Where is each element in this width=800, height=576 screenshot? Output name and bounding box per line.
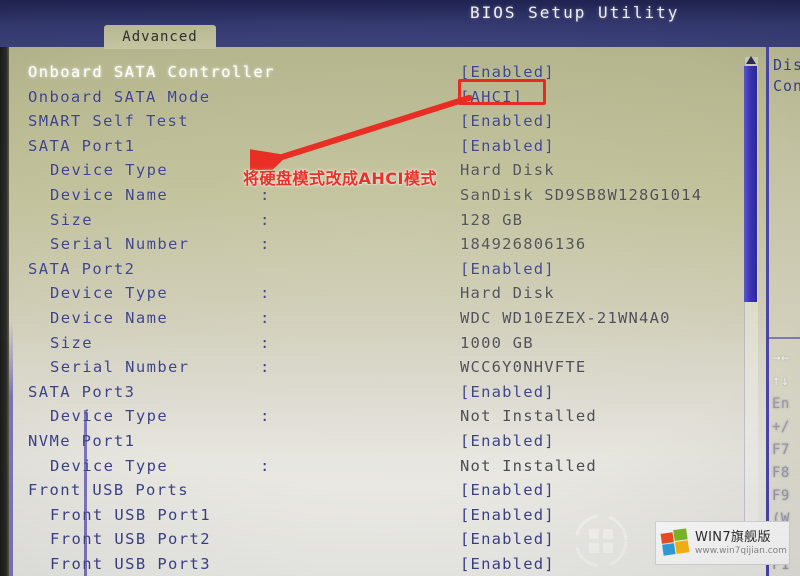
watermark-title: WIN7旗舰版	[695, 529, 771, 545]
windows-ring-watermark-icon	[574, 514, 628, 568]
setting-row[interactable]: NVMe Port1 [Enabled]	[28, 429, 728, 454]
setting-value: 128 GB	[460, 210, 524, 229]
setting-value: Not Installed	[460, 456, 597, 475]
watermark-url: www.win7qijian.com	[695, 545, 787, 556]
setting-row[interactable]: Device Type: Hard Disk	[28, 281, 728, 306]
setting-row[interactable]: Front USB Ports [Enabled]	[28, 478, 728, 503]
help-divider	[769, 337, 800, 339]
setting-label: Size	[50, 210, 93, 229]
monitor-bezel-left	[0, 47, 9, 576]
help-text-line2: Con	[773, 77, 800, 95]
setting-label: Front USB Port2	[50, 530, 211, 549]
setting-label: Front USB Port3	[50, 554, 211, 573]
scrollbar-thumb[interactable]	[744, 66, 757, 302]
setting-value: SanDisk SD9SB8W128G1014	[460, 185, 703, 204]
setting-label: Front USB Ports	[28, 481, 189, 500]
setting-label: SMART Self Test	[28, 112, 189, 131]
setting-value: Hard Disk	[460, 161, 555, 180]
setting-row[interactable]: Size: 1000 GB	[28, 331, 728, 356]
setting-label: Device Type	[50, 407, 169, 426]
setting-label: Device Name	[50, 308, 169, 327]
setting-colon: :	[260, 407, 270, 426]
key-legend-item: →←	[772, 350, 790, 366]
setting-value: WDC WD10EZEX-21WN4A0	[460, 308, 671, 327]
setting-label: Device Type	[50, 161, 169, 180]
setting-value[interactable]: [Enabled]	[460, 109, 555, 134]
help-text: Dis Con	[773, 55, 800, 97]
setting-row[interactable]: SATA Port2 [Enabled]	[28, 257, 728, 282]
setting-value: Hard Disk	[460, 284, 555, 303]
setting-row[interactable]: Onboard SATA Mode [AHCI]	[28, 85, 728, 110]
setting-label: Front USB Port1	[50, 505, 211, 524]
setting-row[interactable]: Onboard SATA Controller [Enabled]	[28, 60, 728, 85]
setting-row[interactable]: SATA Port3 [Enabled]	[28, 380, 728, 405]
key-legend-item: ↑↓	[772, 373, 790, 389]
help-text-line1: Dis	[773, 56, 800, 74]
panel-border-left	[9, 320, 13, 576]
setting-label: SATA Port3	[28, 382, 136, 401]
setting-value: 184926806136	[460, 235, 587, 254]
setting-label: SATA Port1	[28, 136, 136, 155]
setting-row[interactable]: SATA Port1 [Enabled]	[28, 134, 728, 159]
setting-row[interactable]: Device Type: Not Installed	[28, 404, 728, 429]
windows-logo-icon	[660, 528, 690, 556]
annotation-text: 将硬盘模式改成AHCI模式	[243, 169, 437, 188]
setting-value: 1000 GB	[460, 333, 534, 352]
setting-row[interactable]: Device Name: WDC WD10EZEX-21WN4A0	[28, 306, 728, 331]
page-title: BIOS Setup Utility	[470, 3, 680, 22]
ahci-highlight-box	[458, 79, 546, 105]
setting-colon: :	[260, 210, 270, 229]
setting-colon: :	[260, 284, 270, 303]
key-legend-item: F7	[772, 442, 790, 458]
help-panel: Dis Con →←↑↓En+/F7F8F9(WAdF1ES	[766, 47, 800, 576]
setting-label: Device Type	[50, 284, 169, 303]
tab-advanced[interactable]: Advanced	[104, 25, 216, 49]
title-bar: BIOS Setup Utility Advanced	[0, 0, 800, 49]
setting-value[interactable]: [Enabled]	[460, 552, 555, 576]
setting-value[interactable]: [Enabled]	[460, 134, 555, 159]
settings-list: Onboard SATA Controller [Enabled] Onboard …	[28, 60, 728, 576]
key-legend-item: F8	[772, 465, 790, 481]
setting-colon: :	[260, 308, 270, 327]
setting-colon: :	[260, 358, 270, 377]
setting-colon: :	[260, 456, 270, 475]
setting-colon: :	[260, 235, 270, 254]
key-legend-item: En	[772, 396, 790, 412]
setting-row[interactable]: SMART Self Test [Enabled]	[28, 109, 728, 134]
setting-value[interactable]: [Enabled]	[460, 503, 555, 528]
setting-label: Serial Number	[50, 358, 190, 377]
setting-label: Device Name	[50, 185, 169, 204]
key-legend-item: +/	[772, 419, 790, 435]
key-legend-item: F9	[772, 488, 790, 504]
setting-row[interactable]: Serial Number: 184926806136	[28, 232, 728, 257]
setting-value: Not Installed	[460, 407, 597, 426]
setting-label: NVMe Port1	[28, 431, 136, 450]
setting-row[interactable]: Serial Number: WCC6Y0NHVFTE	[28, 355, 728, 380]
setting-row[interactable]: Size: 128 GB	[28, 208, 728, 233]
setting-value[interactable]: [Enabled]	[460, 429, 555, 454]
setting-label: Onboard SATA Mode	[28, 87, 211, 106]
setting-label: SATA Port2	[28, 259, 136, 278]
bios-setup-screen: BIOS Setup Utility Advanced Onboard SATA…	[0, 0, 800, 576]
setting-label: Onboard SATA Controller	[28, 63, 275, 81]
scroll-up-arrow-icon[interactable]	[746, 56, 756, 64]
setting-value[interactable]: [Enabled]	[460, 257, 555, 282]
setting-value[interactable]: [Enabled]	[460, 380, 555, 405]
setting-row[interactable]: Device Type: Not Installed	[28, 454, 728, 479]
setting-label: Device Type	[50, 456, 169, 475]
setting-label: Serial Number	[50, 235, 190, 254]
setting-colon: :	[260, 333, 270, 352]
setting-value[interactable]: [Enabled]	[460, 527, 555, 552]
setting-label: Size	[50, 333, 93, 352]
setting-value[interactable]: [Enabled]	[460, 478, 555, 503]
site-watermark: WIN7旗舰版 www.win7qijian.com	[655, 521, 790, 565]
setting-value: WCC6Y0NHVFTE	[460, 358, 587, 377]
